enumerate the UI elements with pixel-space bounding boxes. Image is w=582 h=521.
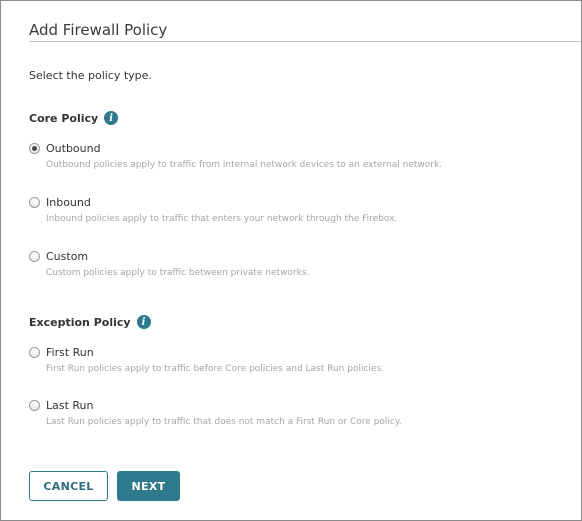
option-last-run[interactable]: Last Run Last Run policies apply to traf… xyxy=(29,399,402,427)
exception-policy-heading: Exception Policy i xyxy=(29,315,151,329)
dialog-frame: Add Firewall Policy Select the policy ty… xyxy=(0,0,582,521)
cancel-button[interactable]: CANCEL xyxy=(29,471,108,501)
radio-first-run[interactable] xyxy=(29,347,40,358)
option-description: Last Run policies apply to traffic that … xyxy=(46,417,402,427)
option-description: First Run policies apply to traffic befo… xyxy=(46,364,385,374)
exception-policy-label: Exception Policy xyxy=(29,315,131,329)
option-description: Inbound policies apply to traffic that e… xyxy=(46,214,398,224)
next-button[interactable]: NEXT xyxy=(117,471,180,501)
intro-text: Select the policy type. xyxy=(29,69,152,82)
info-icon[interactable]: i xyxy=(136,315,151,329)
radio-inbound[interactable] xyxy=(29,197,40,208)
option-outbound[interactable]: Outbound Outbound policies apply to traf… xyxy=(29,142,442,170)
option-label[interactable]: Inbound xyxy=(46,196,91,209)
radio-custom[interactable] xyxy=(29,251,40,262)
radio-last-run[interactable] xyxy=(29,400,40,411)
info-icon[interactable]: i xyxy=(104,111,119,125)
option-custom[interactable]: Custom Custom policies apply to traffic … xyxy=(29,250,309,278)
option-inbound[interactable]: Inbound Inbound policies apply to traffi… xyxy=(29,196,397,224)
core-policy-label: Core Policy xyxy=(29,111,99,125)
core-policy-heading: Core Policy i xyxy=(29,111,119,125)
radio-outbound[interactable] xyxy=(29,143,40,154)
option-first-run[interactable]: First Run First Run policies apply to tr… xyxy=(29,346,384,374)
option-label[interactable]: First Run xyxy=(46,346,94,359)
option-description: Outbound policies apply to traffic from … xyxy=(46,160,443,170)
page-title: Add Firewall Policy xyxy=(29,21,168,39)
title-divider xyxy=(29,41,581,42)
option-label[interactable]: Custom xyxy=(46,250,88,263)
option-label[interactable]: Outbound xyxy=(46,142,101,155)
option-description: Custom policies apply to traffic between… xyxy=(46,268,310,278)
option-label[interactable]: Last Run xyxy=(46,399,94,412)
